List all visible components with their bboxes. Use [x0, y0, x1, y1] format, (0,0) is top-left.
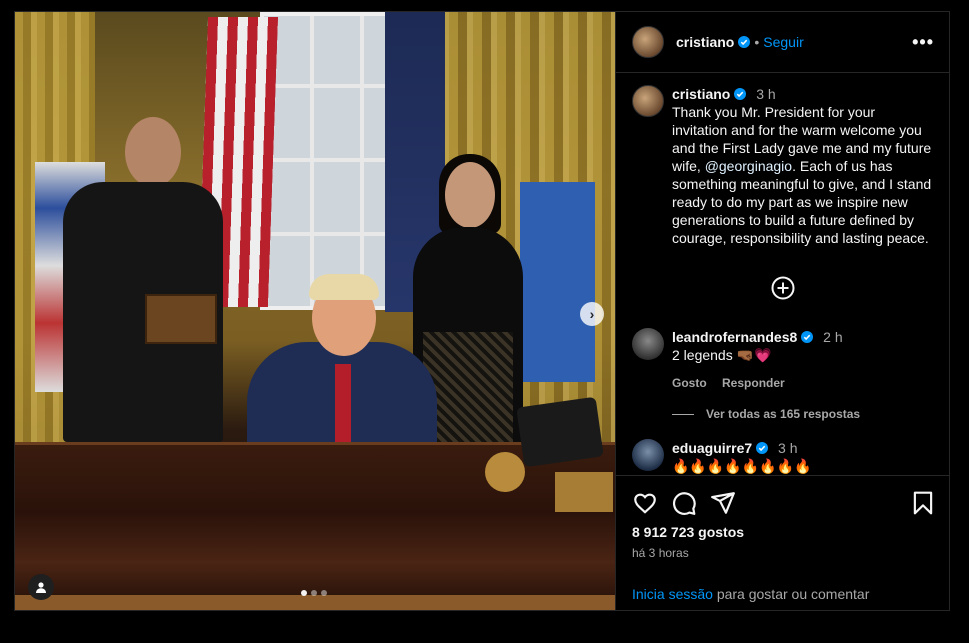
comment-text: 2 legends 🤜🏾💗 — [672, 347, 772, 363]
bookmark-icon[interactable] — [910, 490, 936, 516]
photo-person-1-head — [125, 117, 181, 187]
likes-count[interactable]: 8 912 723 gostos — [632, 524, 744, 540]
chevron-right-icon: › — [589, 306, 595, 322]
caption-time[interactable]: 3 h — [756, 86, 775, 102]
heart-icon[interactable] — [632, 490, 658, 516]
login-prompt: Inicia sessão para gostar ou comentar — [632, 586, 869, 602]
comment-body: leandrofernandes8 2 h 2 legends 🤜🏾💗 Gost… — [672, 328, 843, 392]
follow-button[interactable]: Seguir — [763, 34, 803, 50]
login-rest: para gostar ou comentar — [712, 586, 870, 602]
verified-icon — [756, 442, 769, 454]
author-username[interactable]: cristiano — [676, 34, 734, 50]
view-replies-button[interactable]: Ver todas as 165 respostas — [672, 407, 860, 421]
comment-reply-button[interactable]: Responder — [722, 376, 785, 390]
replies-line — [672, 413, 694, 415]
comment-username[interactable]: leandrofernandes8 — [672, 329, 797, 345]
comment-username[interactable]: eduaguirre7 — [672, 440, 752, 456]
post-container: › cristiano • Seguir ••• cristiano 3 h T… — [14, 11, 950, 611]
action-icons — [630, 490, 936, 518]
more-options-button[interactable]: ••• — [912, 32, 934, 53]
comment-avatar[interactable] — [632, 328, 664, 360]
post-header: cristiano • Seguir ••• — [616, 12, 950, 73]
replies-label: Ver todas as 165 respostas — [706, 407, 861, 421]
carousel-dot-3 — [321, 590, 327, 596]
comment-text: 🔥🔥🔥🔥🔥🔥🔥🔥 — [672, 458, 812, 474]
photo-desk — [15, 442, 615, 610]
carousel-dot-1 — [301, 590, 307, 596]
login-link[interactable]: Inicia sessão — [632, 586, 713, 602]
caption-avatar[interactable] — [632, 85, 664, 117]
caption-body: cristiano 3 h Thank you Mr. President fo… — [672, 85, 934, 247]
posted-time[interactable]: há 3 horas — [632, 546, 689, 560]
photo-person-3-head — [445, 162, 495, 228]
photo-phone — [516, 396, 604, 468]
comment-avatar[interactable] — [632, 439, 664, 471]
caption-mention[interactable]: @georginagio — [705, 158, 792, 174]
user-tag-icon — [36, 582, 46, 593]
user-tag-button[interactable] — [28, 574, 54, 600]
carousel-dot-2 — [311, 590, 317, 596]
comment-item: leandrofernandes8 2 h 2 legends 🤜🏾💗 Gost… — [632, 328, 843, 392]
comment-body: eduaguirre7 3 h 🔥🔥🔥🔥🔥🔥🔥🔥 — [672, 439, 811, 475]
photo-key-box — [145, 294, 217, 344]
author-avatar[interactable] — [632, 26, 664, 58]
post-photo[interactable]: › — [15, 12, 615, 610]
comment-time[interactable]: 3 h — [778, 440, 797, 456]
caption: cristiano 3 h Thank you Mr. President fo… — [616, 73, 950, 247]
verified-icon — [734, 88, 747, 100]
caption-username[interactable]: cristiano — [672, 86, 730, 102]
comment-actions: Gosto Responder — [672, 374, 843, 392]
actions-bar: 8 912 723 gostos há 3 horas Inicia sessã… — [616, 475, 950, 611]
comment-item: eduaguirre7 3 h 🔥🔥🔥🔥🔥🔥🔥🔥 — [632, 439, 811, 475]
header-separator: • — [754, 34, 760, 50]
verified-icon — [738, 36, 751, 48]
photo-tie — [335, 364, 351, 444]
share-icon[interactable] — [710, 490, 736, 516]
add-icon[interactable] — [771, 276, 795, 300]
photo-person-2-hair — [309, 274, 379, 300]
photo-desk-edge — [15, 595, 615, 610]
comment-icon[interactable] — [671, 490, 697, 516]
photo-coins — [485, 452, 525, 492]
comment-like-button[interactable]: Gosto — [672, 376, 707, 390]
carousel-dots — [301, 590, 327, 596]
photo-plaque — [555, 472, 613, 512]
photo-flag-blue — [520, 182, 595, 382]
verified-icon — [801, 331, 814, 343]
post-sidebar: cristiano • Seguir ••• cristiano 3 h Tha… — [615, 12, 950, 610]
comment-time[interactable]: 2 h — [823, 329, 842, 345]
carousel-next-button[interactable]: › — [580, 302, 604, 326]
